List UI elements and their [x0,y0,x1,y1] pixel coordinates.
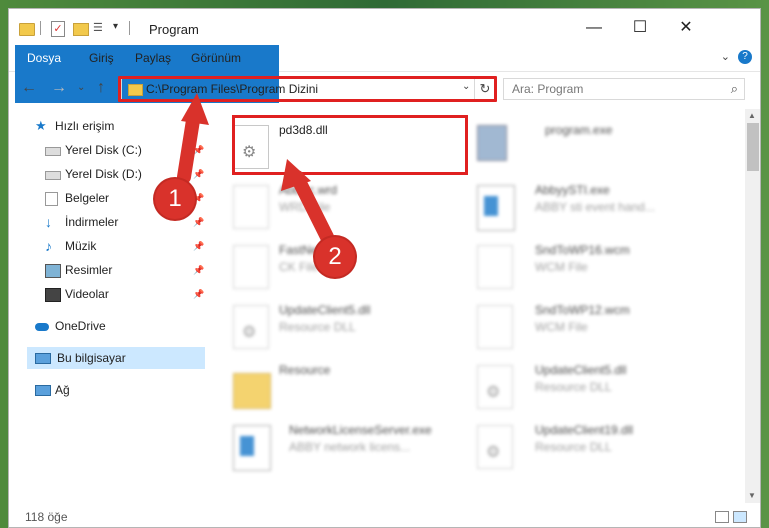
explorer-window: ✓ ☰ ▾ Program — ☐ ✕ Dosya Giriş Paylaş G… [8,8,761,528]
annotation-arrows [177,93,334,244]
callout-one: 1 [155,179,195,219]
arrow-two-shaft [290,170,334,244]
arrow-one-head [181,93,209,125]
arrow-one-shaft [177,107,201,184]
callout-two: 2 [315,237,355,277]
